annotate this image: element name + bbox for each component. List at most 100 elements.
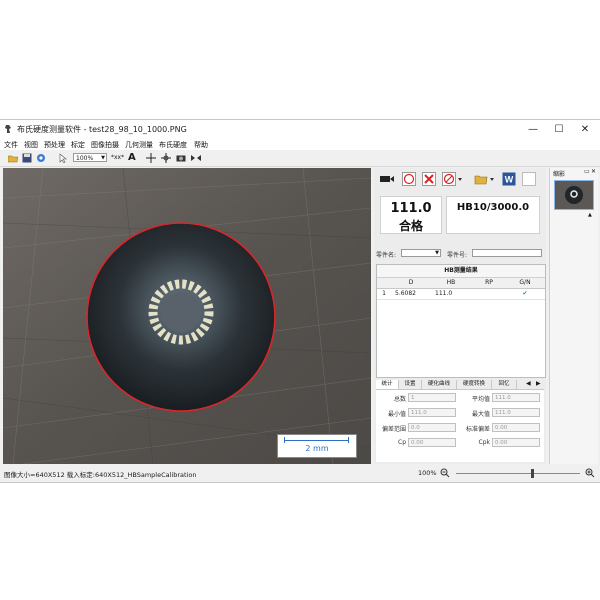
header-gn[interactable]: G/N [507, 278, 543, 288]
toolbar: 100% ▼ *xx* A [0, 150, 600, 167]
crosshair-icon[interactable] [146, 153, 156, 163]
chevron-down-icon: ▼ [101, 155, 105, 161]
camera-capture-icon[interactable] [380, 173, 394, 185]
word-export-icon[interactable]: W [502, 172, 516, 186]
pin-icon[interactable]: ▭ [584, 168, 590, 175]
cell-d: 5.6082 [395, 290, 416, 297]
stat-min: 111.0 [408, 408, 456, 417]
microscope-image [3, 168, 371, 464]
stat-label-cpk: Cpk [478, 439, 490, 446]
open-folder-icon[interactable] [8, 153, 18, 163]
status-zoom: 100% [418, 469, 437, 477]
header-rp[interactable]: RP [471, 278, 507, 288]
open-folder-icon[interactable] [474, 172, 496, 186]
header-d[interactable]: D [391, 278, 431, 288]
delete-icon[interactable] [422, 172, 436, 186]
part-number-label: 零件号: [447, 252, 468, 259]
image-viewer[interactable]: 2 mm [3, 168, 371, 464]
tab-hardness-conversion[interactable]: 硬度转换 [457, 380, 492, 389]
window-title: 布氏硬度测量软件 - test28_98_10_1000.PNG [17, 125, 187, 134]
zoom-out-icon[interactable] [440, 468, 450, 478]
stat-label-max: 最大值 [471, 411, 490, 418]
close-icon: ✕ [580, 123, 590, 135]
stat-cp: 0.00 [408, 438, 456, 447]
thumbnail-panel-title: 缩影 [553, 171, 566, 178]
verdict-label: 合格 [398, 219, 423, 233]
menu-calibration[interactable]: 标定 [71, 140, 85, 150]
tab-recall[interactable]: 回忆 [492, 380, 517, 389]
zoom-slider-thumb[interactable] [531, 469, 535, 478]
save-icon[interactable] [22, 153, 32, 163]
hb-value: 111.0 [390, 201, 432, 216]
pass-check-icon: ✔ [522, 290, 528, 297]
header-hb[interactable]: HB [431, 278, 471, 288]
menu-view[interactable]: 视图 [24, 140, 38, 150]
stat-mean: 111.0 [492, 393, 540, 402]
menu-help[interactable]: 帮助 [194, 140, 208, 150]
app-logo-icon [5, 125, 11, 133]
close-button[interactable]: ✕ [572, 120, 598, 138]
title-bar[interactable]: 布氏硬度测量软件 - test28_98_10_1000.PNG — ☐ ✕ [0, 120, 600, 138]
maximize-icon: ☐ [554, 123, 564, 135]
tab-strip: 统计 设置 硬化曲线 硬度转换 回忆 ◀ ▶ [376, 380, 544, 390]
blank-page-icon[interactable] [522, 172, 536, 186]
results-table-title: HB测量结果 [377, 265, 545, 278]
move-crosshair-icon[interactable] [161, 153, 171, 163]
pointer-icon[interactable] [58, 153, 68, 163]
menu-image-capture[interactable]: 图像拍摄 [91, 140, 119, 150]
tab-scroll-left-icon[interactable]: ◀ [526, 380, 531, 387]
tab-settings[interactable]: 设置 [399, 380, 422, 389]
statistics-panel: 总数 1 平均值 111.0 最小值 111.0 最大值 111.0 偏差范围 … [376, 390, 544, 462]
stat-label-cp: Cp [398, 439, 406, 446]
menu-file[interactable]: 文件 [4, 140, 18, 150]
text-tool-button[interactable]: A [128, 152, 136, 163]
results-table: HB测量结果 D HB RP G/N 1 5.6082 111.0 ✔ [376, 264, 546, 378]
zoom-in-icon[interactable] [585, 468, 595, 478]
settings-gear-icon[interactable] [36, 153, 46, 163]
thumbnail-image [555, 181, 593, 209]
scale-tick-right [348, 437, 349, 443]
circle-select-icon[interactable] [402, 172, 416, 186]
menu-geometry[interactable]: 几何测量 [125, 140, 153, 150]
tab-scroll-right-icon[interactable]: ▶ [536, 380, 541, 387]
stat-range: 0.0 [408, 423, 456, 432]
standard-card: HB10/3000.0 [446, 196, 540, 234]
stat-label-count: 总数 [393, 396, 406, 403]
hb-standard: HB10/3000.0 [456, 202, 530, 213]
cell-hb: 111.0 [435, 290, 453, 297]
maximize-button[interactable]: ☐ [546, 120, 572, 138]
stat-cpk: 0.00 [492, 438, 540, 447]
row-index: 1 [382, 290, 386, 297]
part-name-select[interactable]: ▼ [401, 249, 441, 257]
scale-tick-left [284, 437, 285, 443]
part-name-label: 零件名: [376, 252, 397, 259]
stat-label-stddev: 标准偏差 [465, 426, 490, 433]
zoom-format-button[interactable]: *xx* [111, 154, 124, 161]
table-row[interactable]: 1 5.6082 111.0 ✔ [377, 289, 545, 300]
result-card: 111.0 合格 [380, 196, 442, 234]
status-bar: 图像大小=640X512 载入标定:640X512_HBSampleCalibr… [0, 466, 600, 481]
part-number-input[interactable] [472, 249, 542, 257]
thumbnail-item[interactable] [554, 180, 594, 210]
chevron-down-icon: ▼ [435, 250, 439, 256]
menu-brinell[interactable]: 布氏硬度 [159, 140, 187, 150]
scale-bar: 2 mm [277, 434, 357, 458]
stat-label-min: 最小值 [387, 411, 406, 418]
thumbnail-panel: 缩影 ▭ ✕ ▲ [549, 168, 598, 464]
status-info: 图像大小=640X512 载入标定:640X512_HBSampleCalibr… [4, 471, 197, 479]
minimize-icon: — [528, 123, 538, 135]
zoom-slider[interactable] [456, 469, 580, 478]
prohibit-icon[interactable] [442, 172, 464, 186]
stat-max: 111.0 [492, 408, 540, 417]
zoom-select[interactable]: 100% ▼ [73, 153, 107, 162]
zoom-select-value: 100% [76, 155, 94, 162]
video-icon[interactable] [191, 153, 201, 163]
close-panel-icon[interactable]: ✕ [591, 168, 596, 175]
menu-preprocess[interactable]: 预处理 [44, 140, 65, 150]
table-header: D HB RP G/N [377, 278, 545, 289]
minimize-button[interactable]: — [520, 120, 546, 138]
camera-icon[interactable] [176, 153, 186, 163]
scroll-up-icon[interactable]: ▲ [588, 212, 592, 218]
tab-hardening-curve[interactable]: 硬化曲线 [422, 380, 457, 389]
tab-statistics[interactable]: 统计 [376, 380, 399, 389]
